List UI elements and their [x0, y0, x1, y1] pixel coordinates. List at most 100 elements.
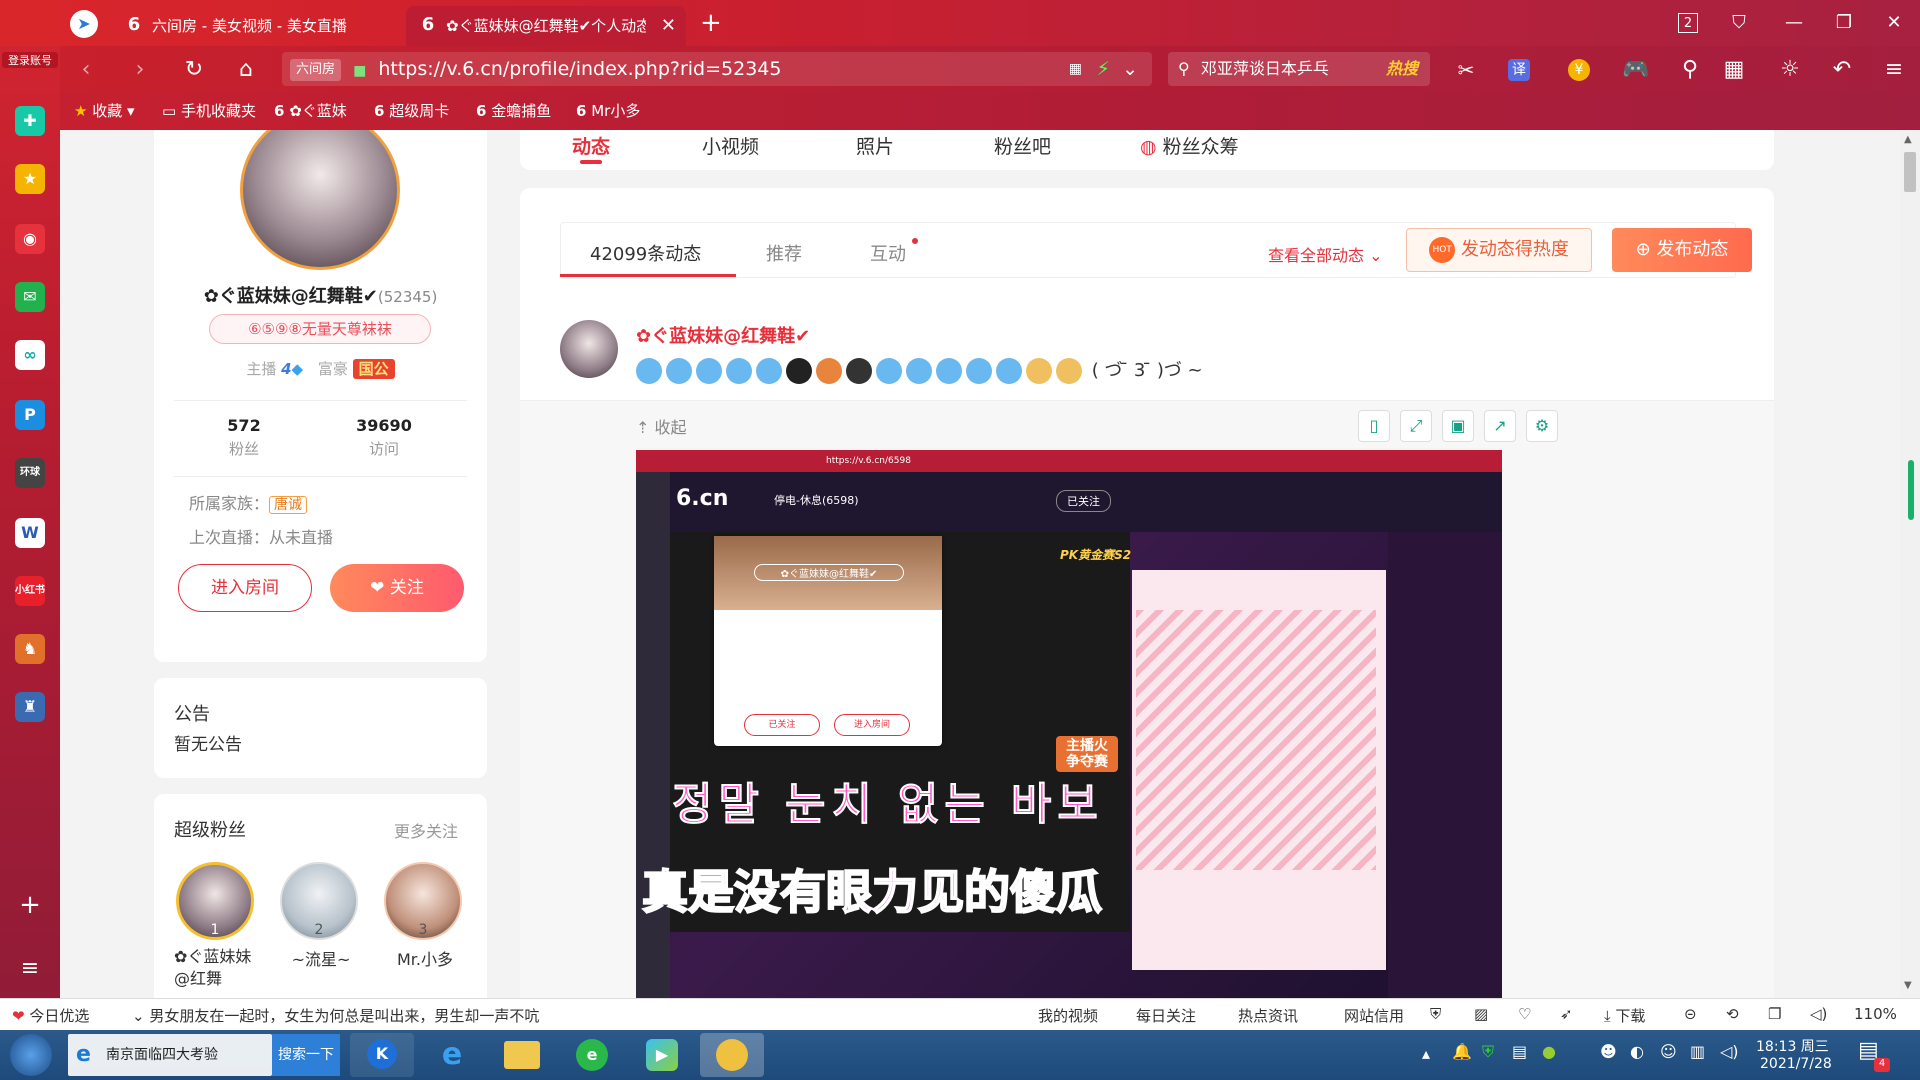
scissors-icon[interactable]: ✂ [1452, 56, 1480, 84]
collapse-link[interactable]: ⇡ 收起 [636, 414, 687, 438]
tray-qq-icon[interactable]: ☻ [1600, 1042, 1617, 1061]
refresh-icon[interactable]: ↻ [180, 56, 208, 84]
zoom-level[interactable]: 110% [1854, 1005, 1897, 1023]
tray-volume-icon[interactable]: ◁) [1720, 1042, 1739, 1061]
tray-person-icon[interactable]: ☺ [1660, 1042, 1677, 1061]
dropdown-chevron-icon[interactable]: ⌄ [1122, 52, 1138, 86]
fullscreen-icon[interactable]: ⤢ [1400, 410, 1432, 442]
folder-icon[interactable] [490, 1033, 554, 1077]
tab-profile[interactable]: 6 ✿ぐ蓝妹妹@红舞鞋✔个人动态 ✕ [406, 6, 686, 46]
bookmark-mobile[interactable]: ▭ 手机收藏夹 [162, 98, 256, 124]
clock-time[interactable]: 18:13 周三 [1756, 1036, 1829, 1056]
nav-tab-dynamic[interactable]: 动态 [572, 132, 610, 159]
share-icon[interactable]: ↗ [1484, 410, 1516, 442]
boost-button[interactable]: HOT 发动态得热度 [1406, 228, 1592, 272]
scroll-down-arrow[interactable]: ▼ [1904, 980, 1912, 991]
word-icon[interactable]: W [15, 518, 45, 548]
forward-icon[interactable]: › [126, 56, 154, 84]
favorites-star-icon[interactable]: ★ [15, 164, 45, 194]
tray-network-icon[interactable]: ▥ [1690, 1042, 1705, 1061]
login-label[interactable]: 登录账号 [2, 52, 58, 68]
heart-rate-icon[interactable]: ♡ [1518, 1005, 1531, 1023]
nav-tab-photos[interactable]: 照片 [856, 132, 894, 159]
bookmark-weekcard[interactable]: 6 超级周卡 [374, 98, 449, 124]
game-icon-2[interactable]: ♜ [15, 692, 45, 722]
start-button[interactable] [10, 1034, 52, 1076]
today-pick[interactable]: ❤ 今日优选 [12, 1005, 89, 1026]
settings-gear-icon[interactable]: ⚙ [1526, 410, 1558, 442]
nav-tab-fanbar[interactable]: 粉丝吧 [994, 132, 1051, 159]
bookmark-mrxiaoduo[interactable]: 6 Mr小多 [576, 98, 640, 124]
gamepad-icon[interactable]: 🎮 [1622, 56, 1650, 84]
360-browser-icon[interactable]: e [560, 1033, 624, 1077]
game-app-icon[interactable]: 环球 [15, 458, 45, 488]
scroll-thumb[interactable] [1904, 152, 1916, 192]
search-tool-icon[interactable]: ⚲ [1676, 56, 1704, 84]
tray-bell-icon[interactable]: 🔔 [1452, 1042, 1472, 1061]
copy-icon[interactable]: ▯ [1358, 410, 1390, 442]
status-daily-follow[interactable]: 每日关注 [1136, 1005, 1196, 1026]
mail-icon[interactable]: ✉ [15, 282, 45, 312]
family-badge[interactable]: 唐诚 [269, 496, 308, 514]
status-hot-news[interactable]: 热点资讯 [1238, 1005, 1298, 1026]
status-my-video[interactable]: 我的视频 [1038, 1005, 1098, 1026]
coin-icon[interactable]: ¥ [1568, 59, 1590, 81]
fan-name-3[interactable]: Mr.小多 [380, 946, 470, 970]
game-icon-1[interactable]: ♞ [15, 634, 45, 664]
tray-app-icon[interactable]: ◐ [1630, 1042, 1644, 1061]
kugou-icon[interactable]: K [350, 1033, 414, 1077]
weibo-icon[interactable]: ◉ [15, 224, 45, 254]
home-icon[interactable]: ⌂ [232, 56, 260, 84]
post-image[interactable]: https://v.6.cn/6598 6.cn 停电-休息(6598) 已关注… [636, 450, 1502, 998]
more-follows-link[interactable]: 更多关注 [394, 818, 458, 842]
sync-status-icon[interactable]: ⟲ [1726, 1005, 1739, 1023]
status-site-credit[interactable]: 网站信用 [1344, 1005, 1404, 1026]
publish-button[interactable]: ⊕ 发布动态 [1612, 228, 1752, 272]
add-icon[interactable]: + [15, 890, 45, 920]
post-author-name[interactable]: ✿ぐ蓝妹妹@红舞鞋✔ [636, 322, 810, 348]
volume-icon[interactable]: ◁) [1810, 1005, 1827, 1023]
sync-icon[interactable]: ✚ [15, 106, 45, 136]
search-box[interactable]: ⚲ 邓亚萍谈日本乒乓 热搜 [1168, 52, 1430, 86]
apps-grid-icon[interactable]: ▦ [1720, 56, 1748, 84]
window-mode-icon[interactable]: ❐ [1768, 1005, 1781, 1023]
enter-room-button[interactable]: 进入房间 [178, 564, 312, 612]
search-button[interactable]: 搜索一下 [272, 1034, 340, 1076]
undo-icon[interactable]: ↶ [1828, 56, 1856, 84]
tray-doc-icon[interactable]: ▤ [1512, 1042, 1527, 1061]
restore-icon[interactable]: ❐ [1830, 10, 1858, 36]
window-count-badge[interactable]: 2 [1678, 13, 1698, 33]
news-ticker[interactable]: ⌄ 男女朋友在一起时，女生为何总是叫出来，男生却一声不吭 [132, 1005, 592, 1026]
translate-icon[interactable]: 译 [1508, 59, 1530, 81]
back-icon[interactable]: ‹ [72, 56, 100, 84]
compat-icon[interactable]: ▦ [1069, 52, 1082, 86]
follow-button[interactable]: ❤ 关注 [330, 564, 464, 612]
game-controller-icon[interactable]: ⊝ [1684, 1005, 1697, 1023]
side-handle[interactable] [1908, 460, 1914, 520]
ie-taskbar-item[interactable]: e 南京面临四大考验 [68, 1034, 272, 1076]
bookmark-fishing[interactable]: 6 金蟾捕鱼 [476, 98, 551, 124]
nav-tab-videos[interactable]: 小视频 [702, 132, 759, 159]
menu-list-icon[interactable]: ≡ [15, 954, 45, 984]
lightning-icon[interactable]: ⚡ [1097, 52, 1110, 86]
scroll-up-arrow[interactable]: ▲ [1904, 134, 1912, 145]
app-avatar-icon[interactable] [700, 1033, 764, 1077]
page-scrollbar[interactable]: ▲ ▼ [1900, 130, 1920, 998]
tray-360-icon[interactable]: ● [1542, 1042, 1556, 1061]
status-download[interactable]: ⤓ 下载 [1604, 1005, 1645, 1026]
tray-up-arrow-icon[interactable]: ▴ [1422, 1044, 1430, 1063]
save-icon[interactable]: ▣ [1442, 410, 1474, 442]
cloud-icon[interactable]: ∞ [15, 340, 45, 370]
red-app-icon[interactable]: 小红书 [15, 576, 45, 606]
brightness-icon[interactable]: ☼ [1776, 56, 1804, 84]
tab-liujianfang[interactable]: 6 六间房 - 美女视频 - 美女直播 [112, 6, 402, 46]
view-all-dropdown[interactable]: 查看全部动态 ⌄ [1268, 242, 1383, 266]
profile-avatar[interactable] [240, 130, 400, 270]
more-menu-icon[interactable]: ≡ [1880, 56, 1908, 84]
clock-date[interactable]: 2021/7/28 [1760, 1056, 1832, 1072]
shield-icon[interactable]: ⛨ [1430, 1005, 1441, 1023]
minimize-icon[interactable]: — [1780, 10, 1808, 36]
ie-browser-icon[interactable]: e [420, 1033, 484, 1077]
rocket-icon[interactable]: ➶ [1560, 1005, 1573, 1023]
video-player-icon[interactable]: ▶ [630, 1033, 694, 1077]
